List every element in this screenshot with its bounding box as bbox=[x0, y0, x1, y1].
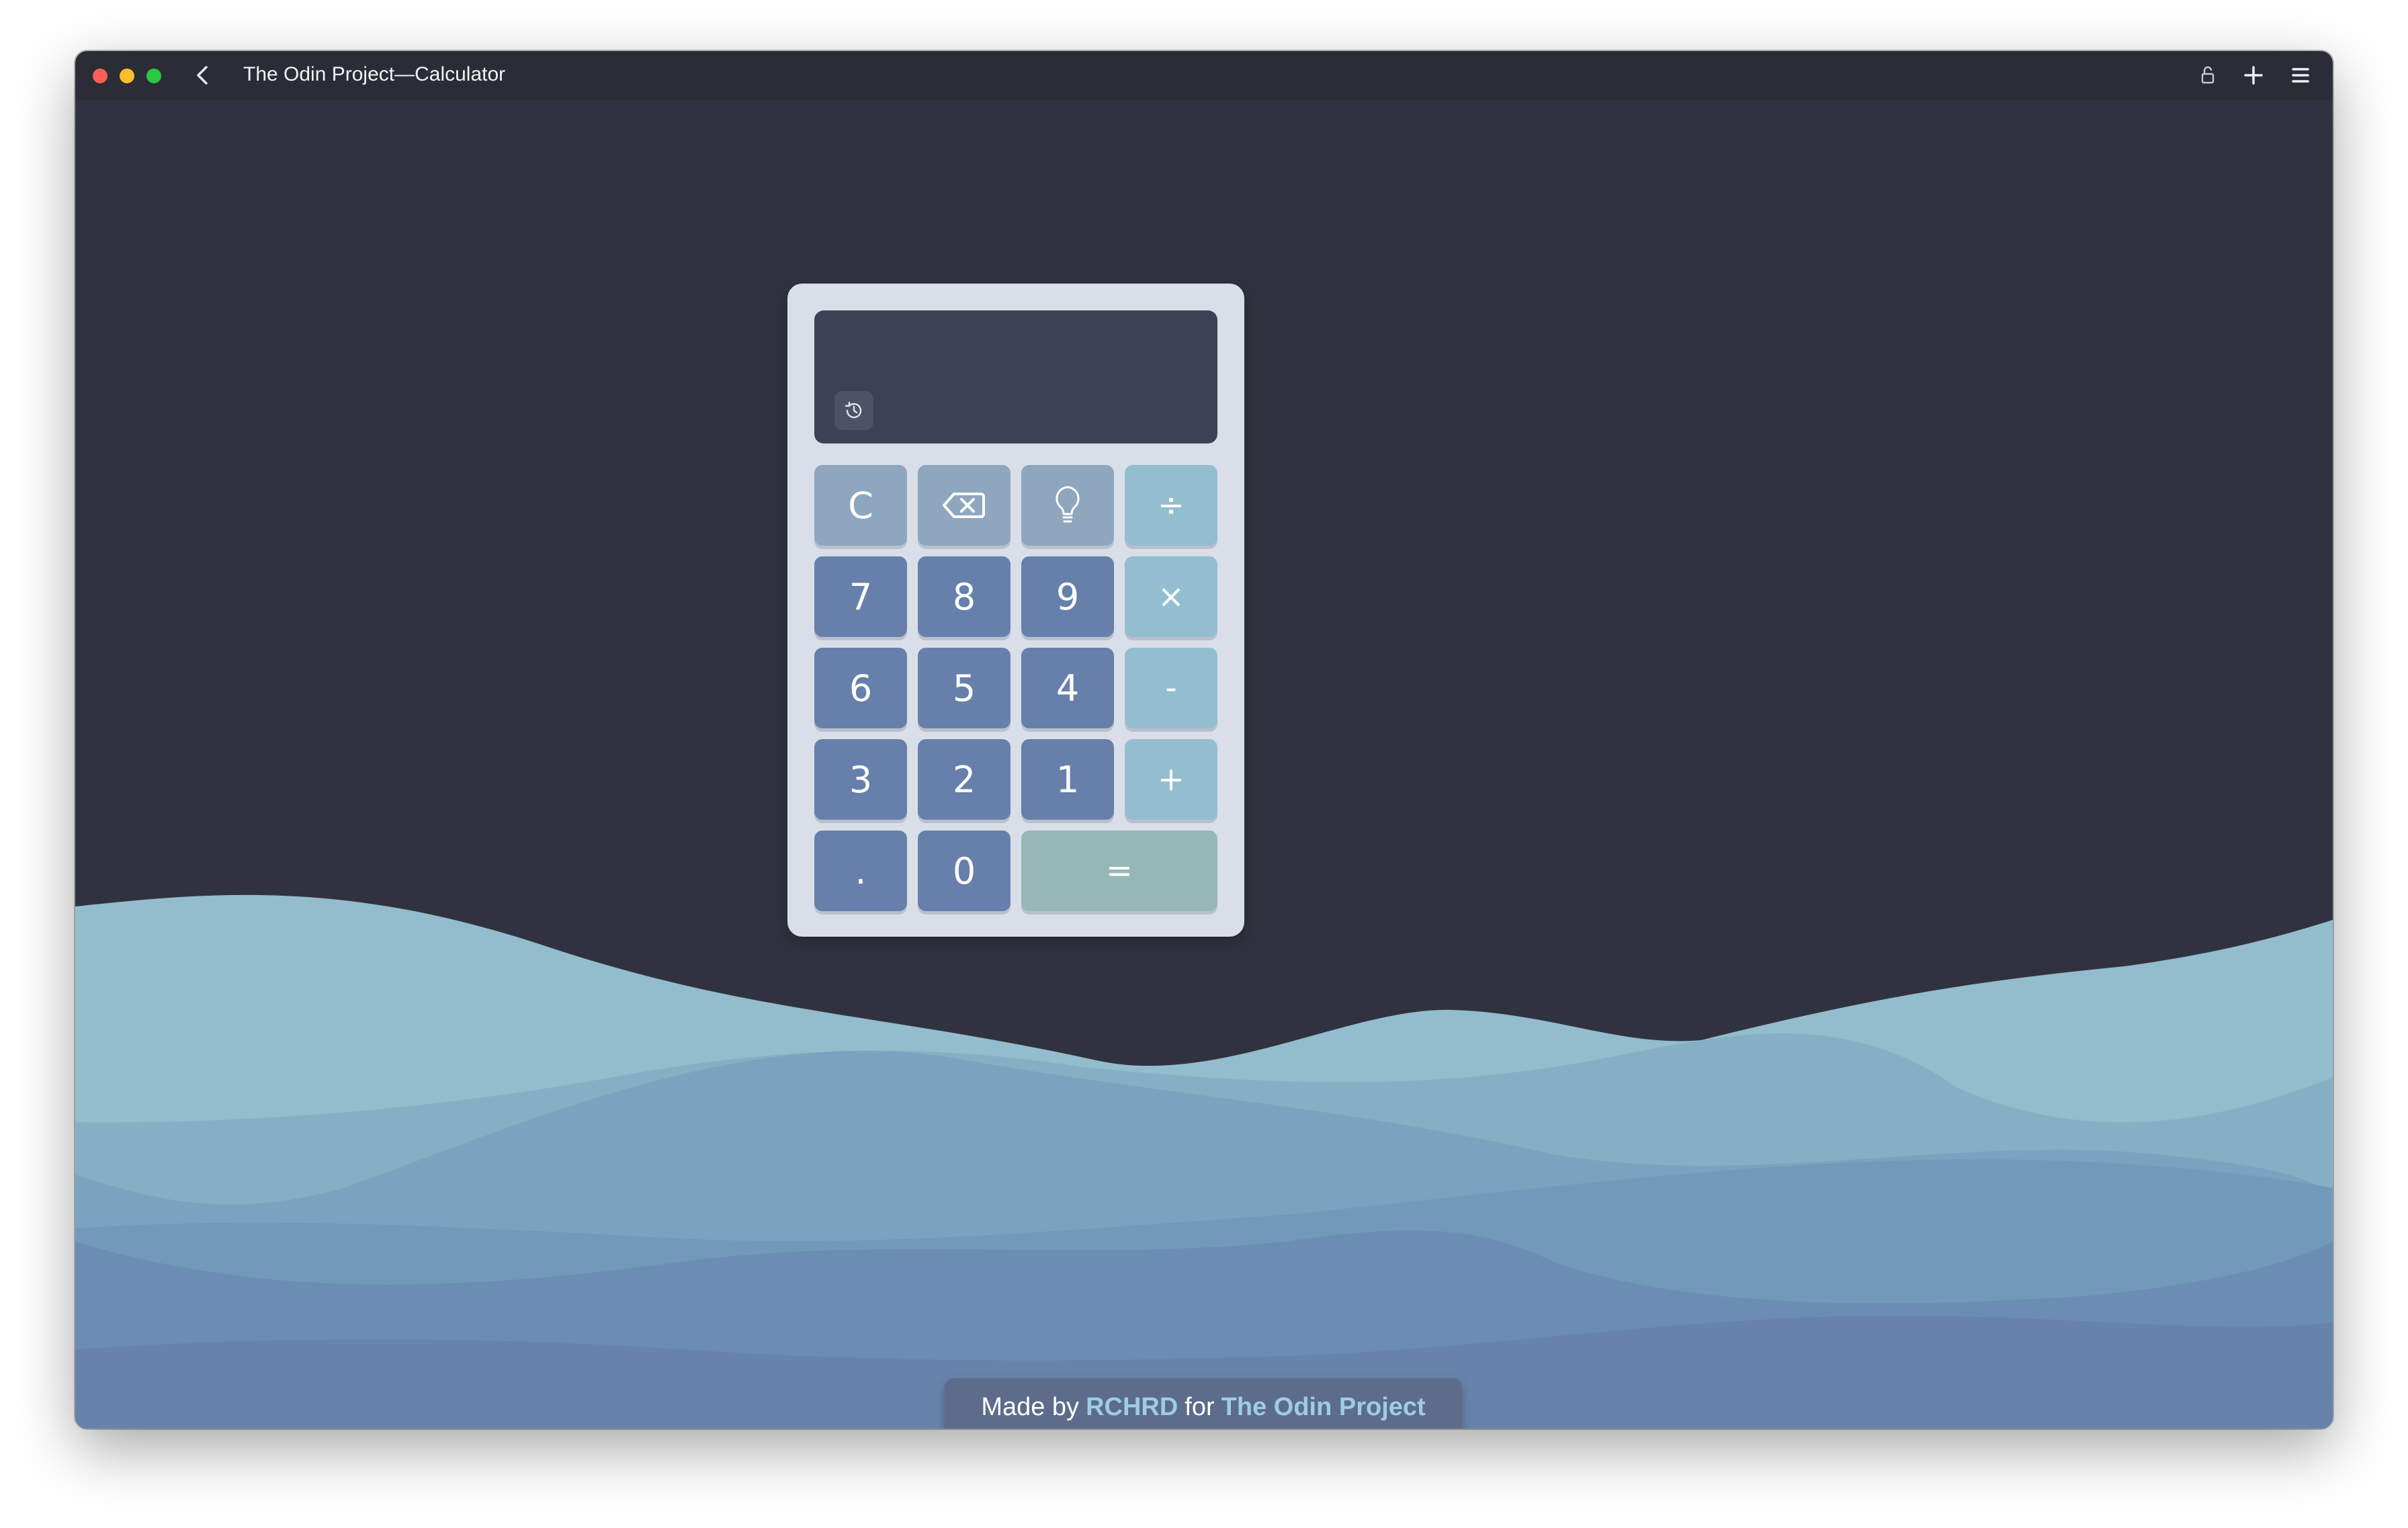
digit-6-button[interactable]: 6 bbox=[814, 648, 907, 728]
digit-1-button[interactable]: 1 bbox=[1021, 739, 1114, 820]
odin-project-link[interactable]: The Odin Project bbox=[1221, 1393, 1426, 1422]
digit-7-button[interactable]: 7 bbox=[814, 556, 907, 637]
digit-2-button[interactable]: 2 bbox=[918, 739, 1010, 820]
calculator-display bbox=[814, 310, 1217, 443]
author-link[interactable]: RCHRD bbox=[1086, 1393, 1178, 1422]
digit-8-button[interactable]: 8 bbox=[918, 556, 1010, 637]
browser-window: The Odin Project—Calculator C ÷ 7 8 9 × … bbox=[75, 51, 2333, 1429]
backspace-icon bbox=[943, 493, 985, 518]
close-window-button[interactable] bbox=[93, 69, 108, 83]
digit-0-button[interactable]: 0 bbox=[918, 831, 1010, 911]
title-bar: The Odin Project—Calculator bbox=[75, 51, 2333, 99]
divide-button[interactable]: ÷ bbox=[1125, 465, 1217, 546]
new-tab-button[interactable] bbox=[2240, 62, 2267, 89]
multiply-button[interactable]: × bbox=[1125, 556, 1217, 637]
plus-icon bbox=[2244, 66, 2263, 85]
footer-middle: for bbox=[1185, 1392, 1215, 1421]
clear-button[interactable]: C bbox=[814, 465, 907, 546]
hint-button[interactable] bbox=[1021, 465, 1114, 546]
minimize-window-button[interactable] bbox=[120, 69, 134, 83]
subtract-button[interactable]: - bbox=[1125, 648, 1217, 728]
footer-prefix: Made by bbox=[981, 1392, 1080, 1421]
menu-icon bbox=[2292, 68, 2309, 83]
digit-5-button[interactable]: 5 bbox=[918, 648, 1010, 728]
equals-button[interactable]: = bbox=[1021, 831, 1217, 911]
window-title: The Odin Project—Calculator bbox=[243, 63, 506, 85]
calculator: C ÷ 7 8 9 × 6 5 4 - 3 2 1 + . 0 = bbox=[787, 284, 1244, 937]
history-button[interactable] bbox=[834, 391, 873, 430]
backspace-button[interactable] bbox=[918, 465, 1010, 546]
digit-3-button[interactable]: 3 bbox=[814, 739, 907, 820]
history-icon bbox=[845, 401, 862, 419]
page-content: C ÷ 7 8 9 × 6 5 4 - 3 2 1 + . 0 = Made b… bbox=[75, 99, 2333, 1429]
digit-9-button[interactable]: 9 bbox=[1021, 556, 1114, 637]
menu-button[interactable] bbox=[2287, 62, 2314, 89]
lock-icon bbox=[2201, 66, 2214, 84]
footer-credit: Made by RCHRD for The Odin Project bbox=[945, 1378, 1462, 1429]
digit-4-button[interactable]: 4 bbox=[1021, 648, 1114, 728]
zoom-window-button[interactable] bbox=[146, 69, 161, 83]
site-security-button[interactable] bbox=[2194, 62, 2221, 89]
lightbulb-icon bbox=[1056, 486, 1080, 523]
add-button[interactable]: + bbox=[1125, 739, 1217, 820]
back-icon bbox=[197, 66, 208, 85]
back-button[interactable] bbox=[189, 62, 216, 89]
decimal-button[interactable]: . bbox=[814, 831, 907, 911]
